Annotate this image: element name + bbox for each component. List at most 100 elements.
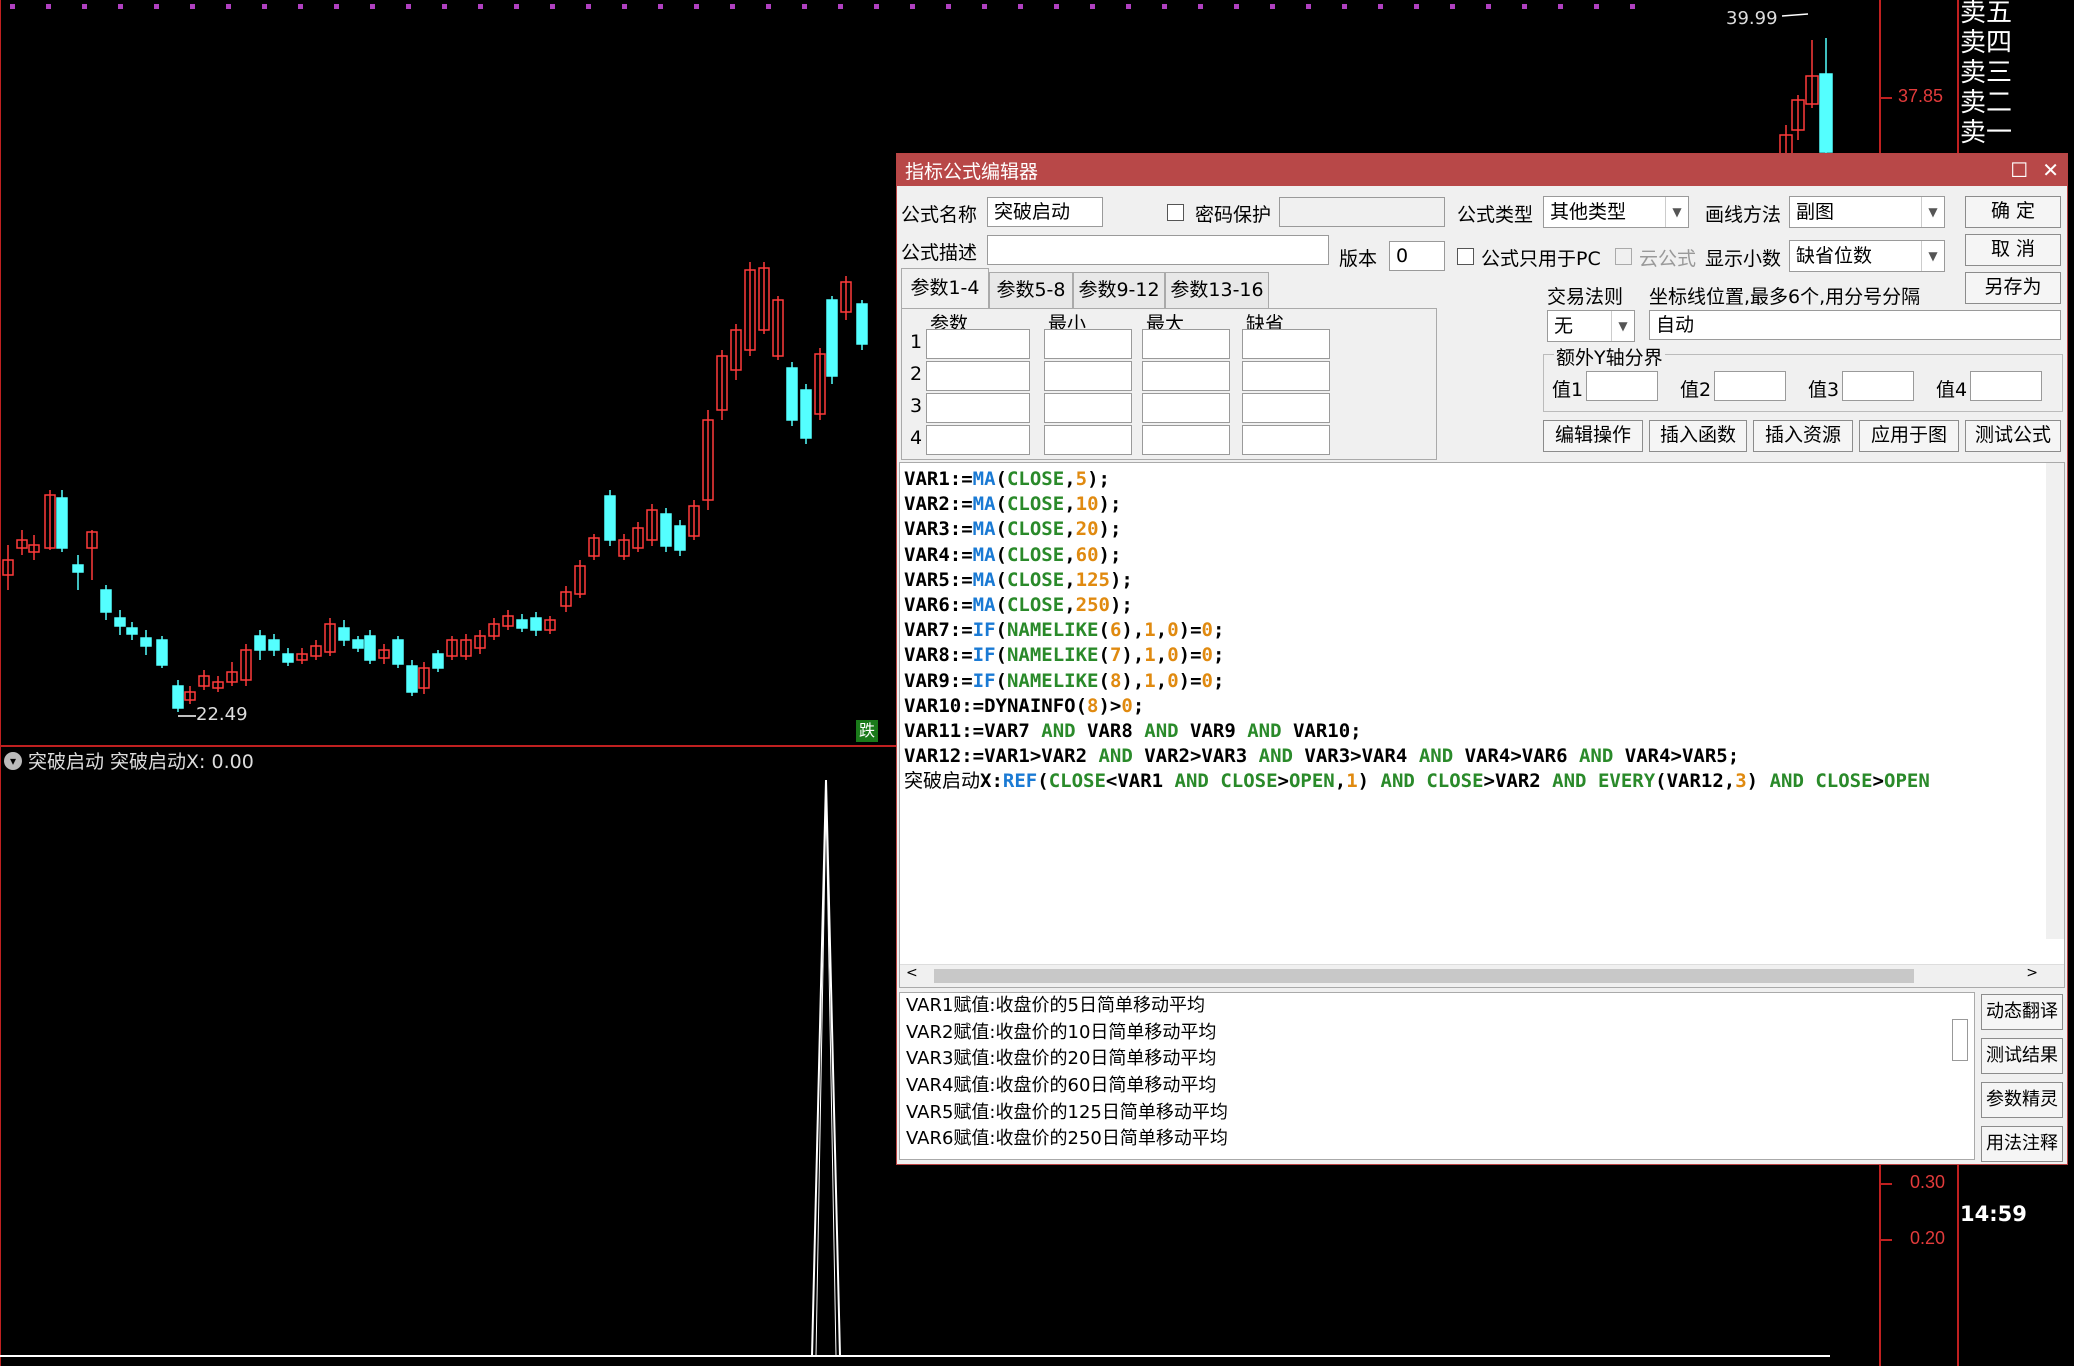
insert-function-button[interactable]: 插入函数 [1649, 420, 1747, 452]
cloud-label: 云公式 [1639, 248, 1697, 270]
edit-ops-button[interactable]: 编辑操作 [1543, 420, 1643, 452]
chevron-left-icon[interactable]: < [906, 965, 918, 981]
usage-notes-button[interactable]: 用法注释 [1981, 1126, 2063, 1162]
candle-body [392, 639, 404, 665]
tab-params-13-16[interactable]: 参数13-16 [1165, 272, 1269, 309]
cancel-button[interactable]: 取 消 [1965, 234, 2061, 266]
val3-label: 值3 [1808, 379, 1840, 401]
password-input[interactable] [1279, 197, 1445, 227]
pc-only-checkbox[interactable] [1457, 248, 1474, 265]
candle-body [800, 389, 812, 439]
tab-params-5-8[interactable]: 参数5-8 [989, 272, 1073, 309]
val3-input[interactable] [1842, 371, 1914, 401]
trade-rule-select[interactable]: 无 ▼ [1547, 310, 1635, 342]
param-min-cell[interactable] [1044, 361, 1132, 391]
decimal-select[interactable]: 缺省位数 ▼ [1789, 240, 1945, 272]
param-wizard-button[interactable]: 参数精灵 [1981, 1082, 2063, 1118]
draw-method-select[interactable]: 副图 ▼ [1789, 196, 1945, 228]
extra-y-label: 额外Y轴分界 [1554, 343, 1665, 370]
version-input[interactable]: 0 [1389, 241, 1445, 271]
apply-to-chart-button[interactable]: 应用于图 [1859, 420, 1959, 452]
insert-resource-button[interactable]: 插入资源 [1753, 420, 1853, 452]
param-max-cell[interactable] [1142, 425, 1230, 455]
password-checkbox[interactable] [1167, 204, 1184, 221]
cloud-checkbox[interactable] [1615, 248, 1632, 265]
param-name-cell[interactable] [926, 425, 1030, 455]
draw-method-value: 副图 [1796, 201, 1835, 223]
val4-input[interactable] [1970, 371, 2042, 401]
candle-body [100, 589, 112, 613]
pc-only-label: 公式只用于PC [1481, 248, 1601, 270]
dialog-titlebar[interactable]: 指标公式编辑器 ☐ ✕ [897, 154, 2067, 186]
param-min-cell[interactable] [1044, 393, 1132, 423]
val2-input[interactable] [1714, 371, 1786, 401]
formula-code[interactable]: VAR1:=MA(CLOSE,5); VAR2:=MA(CLOSE,10); V… [900, 463, 2064, 799]
grid-dot [622, 4, 627, 9]
coord-input[interactable]: 自动 [1649, 310, 2061, 340]
grid-dot [10, 4, 15, 9]
formula-code-editor[interactable]: VAR1:=MA(CLOSE,5); VAR2:=MA(CLOSE,10); V… [899, 462, 2065, 988]
grid-dot [658, 4, 663, 9]
grid-dot [1558, 4, 1563, 9]
param-min-cell[interactable] [1044, 329, 1132, 359]
order-book-sell3: 卖三 [1960, 58, 2013, 88]
formula-editor-dialog: 指标公式编辑器 ☐ ✕ 公式名称 突破启动 密码保护 公式类型 其他类型 ▼ 画… [896, 153, 2068, 1165]
candle-body [826, 299, 838, 377]
close-icon[interactable]: ✕ [2042, 158, 2059, 182]
grid-dot [1594, 4, 1599, 9]
candle-body [254, 635, 266, 651]
test-formula-button[interactable]: 测试公式 [1965, 420, 2061, 452]
param-max-cell[interactable] [1142, 361, 1230, 391]
candle-body [406, 665, 418, 693]
param-default-cell[interactable] [1242, 425, 1330, 455]
param-name-cell[interactable] [926, 329, 1030, 359]
type-label: 公式类型 [1457, 204, 1534, 226]
val1-input[interactable] [1586, 371, 1658, 401]
param-max-cell[interactable] [1142, 393, 1230, 423]
candle-body [56, 497, 68, 549]
chevron-right-icon[interactable]: > [2026, 965, 2038, 981]
type-select[interactable]: 其他类型 ▼ [1543, 196, 1689, 228]
formula-desc-input[interactable] [987, 235, 1329, 265]
code-vertical-scrollbar[interactable] [2046, 463, 2064, 939]
version-label: 版本 [1339, 248, 1378, 270]
ok-button[interactable]: 确 定 [1965, 196, 2061, 228]
param-min-cell[interactable] [1044, 425, 1132, 455]
chevron-down-icon[interactable]: ▾ [4, 751, 22, 770]
code-horizontal-scrollbar[interactable]: < > [900, 964, 2064, 987]
candle-body [660, 513, 672, 547]
indicator-title[interactable]: ▾ 突破启动 突破启动X: 0.00 [4, 747, 254, 774]
val1-label: 值1 [1552, 379, 1584, 401]
name-label: 公式名称 [901, 204, 978, 226]
candle-body [282, 653, 294, 663]
param-name-cell[interactable] [926, 393, 1030, 423]
tab-params-1-4[interactable]: 参数1-4 [901, 268, 989, 309]
scrollbar-thumb[interactable] [934, 969, 1914, 983]
grid-dot [334, 4, 339, 9]
formula-name-input[interactable]: 突破启动 [987, 197, 1103, 227]
candle-body [856, 303, 868, 345]
param-row-index: 2 [910, 363, 923, 385]
maximize-icon[interactable]: ☐ [2010, 158, 2028, 182]
param-name-cell[interactable] [926, 361, 1030, 391]
save-as-button[interactable]: 另存为 [1965, 272, 2061, 304]
candle-body [72, 564, 84, 573]
dynamic-translate-button[interactable]: 动态翻译 [1981, 994, 2063, 1030]
output-scrollbar-thumb[interactable] [1952, 1019, 1968, 1061]
test-result-button[interactable]: 测试结果 [1981, 1038, 2063, 1074]
param-row-index: 1 [910, 331, 923, 353]
param-max-cell[interactable] [1142, 329, 1230, 359]
grid-dot [1126, 4, 1131, 9]
trade-rule-label: 交易法则 [1547, 286, 1624, 308]
grid-dot [802, 4, 807, 9]
grid-dot [730, 4, 735, 9]
candle-body [352, 639, 364, 649]
param-default-cell[interactable] [1242, 329, 1330, 359]
grid-dot [262, 4, 267, 9]
grid-dot [694, 4, 699, 9]
param-default-cell[interactable] [1242, 361, 1330, 391]
output-line: VAR1赋值:收盘价的5日简单移动平均 [906, 995, 1205, 1016]
tab-params-9-12[interactable]: 参数9-12 [1073, 272, 1165, 309]
param-default-cell[interactable] [1242, 393, 1330, 423]
translation-output: VAR1赋值:收盘价的5日简单移动平均 VAR2赋值:收盘价的10日简单移动平均… [899, 992, 1975, 1160]
